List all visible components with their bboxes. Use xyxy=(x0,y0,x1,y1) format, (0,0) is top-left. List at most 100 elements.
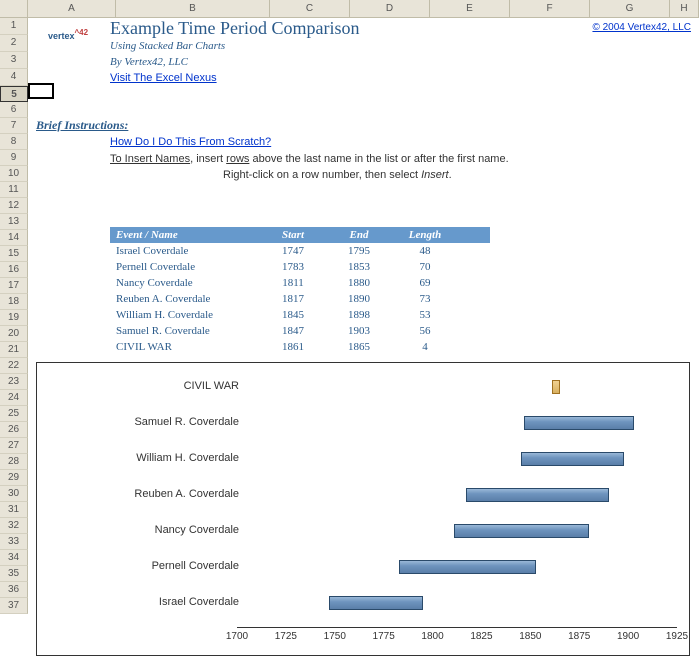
chart-y-label: Israel Coverdale xyxy=(59,596,239,608)
row-header-30[interactable]: 30 xyxy=(0,486,28,502)
vertex42-logo: vertex^42 xyxy=(30,20,106,48)
row-header-25[interactable]: 25 xyxy=(0,406,28,422)
chart-x-tick: 1875 xyxy=(568,631,590,642)
row-header-15[interactable]: 15 xyxy=(0,246,28,262)
active-cell-cursor[interactable] xyxy=(28,83,54,99)
row-header-5[interactable]: 5 xyxy=(0,86,28,102)
td-end[interactable]: 1853 xyxy=(326,259,392,275)
row-header-37[interactable]: 37 xyxy=(0,598,28,614)
td-end[interactable]: 1898 xyxy=(326,307,392,323)
visit-nexus-link[interactable]: Visit The Excel Nexus xyxy=(110,72,217,84)
column-header-C[interactable]: C xyxy=(270,0,350,17)
td-start[interactable]: 1847 xyxy=(260,323,326,339)
row-header-28[interactable]: 28 xyxy=(0,454,28,470)
th-start: Start xyxy=(260,227,326,243)
row-header-32[interactable]: 32 xyxy=(0,518,28,534)
instruction-line-2: Right-click on a row number, then select… xyxy=(223,169,452,181)
row-header-13[interactable]: 13 xyxy=(0,214,28,230)
th-length: Length xyxy=(392,227,458,243)
row-header-16[interactable]: 16 xyxy=(0,262,28,278)
chart-x-tick: 1800 xyxy=(421,631,443,642)
copyright-link[interactable]: © 2004 Vertex42, LLC xyxy=(592,22,691,33)
td-start[interactable]: 1783 xyxy=(260,259,326,275)
page-title: Example Time Period Comparison xyxy=(110,18,360,39)
chart-y-label: Nancy Coverdale xyxy=(59,524,239,536)
td-end[interactable]: 1890 xyxy=(326,291,392,307)
row-header-3[interactable]: 3 xyxy=(0,52,28,69)
chart-bar xyxy=(524,416,634,430)
td-end[interactable]: 1903 xyxy=(326,323,392,339)
td-start[interactable]: 1811 xyxy=(260,275,326,291)
column-header-G[interactable]: G xyxy=(590,0,670,17)
row-header-27[interactable]: 27 xyxy=(0,438,28,454)
chart-x-tick: 1850 xyxy=(519,631,541,642)
row-header-36[interactable]: 36 xyxy=(0,582,28,598)
chart-bar xyxy=(521,452,625,466)
row-header-26[interactable]: 26 xyxy=(0,422,28,438)
page-subtitle: Using Stacked Bar Charts xyxy=(110,40,225,52)
column-header-H[interactable]: H xyxy=(670,0,699,17)
th-end: End xyxy=(326,227,392,243)
row-header-9[interactable]: 9 xyxy=(0,150,28,166)
row-header-19[interactable]: 19 xyxy=(0,310,28,326)
row-header-21[interactable]: 21 xyxy=(0,342,28,358)
td-length[interactable]: 56 xyxy=(392,323,458,339)
row-header-6[interactable]: 6 xyxy=(0,102,28,118)
row-header-10[interactable]: 10 xyxy=(0,166,28,182)
td-length[interactable]: 70 xyxy=(392,259,458,275)
row-header-4[interactable]: 4 xyxy=(0,69,28,86)
column-header-E[interactable]: E xyxy=(430,0,510,17)
table-row: Pernell Coverdale1783185370 xyxy=(110,259,490,275)
sheet-content: vertex^42 Example Time Period Comparison… xyxy=(28,18,699,614)
row-header-31[interactable]: 31 xyxy=(0,502,28,518)
td-start[interactable]: 1845 xyxy=(260,307,326,323)
chart-x-tick: 1900 xyxy=(617,631,639,642)
column-header-F[interactable]: F xyxy=(510,0,590,17)
row-header-8[interactable]: 8 xyxy=(0,134,28,150)
td-name[interactable]: William H. Coverdale xyxy=(110,307,260,323)
td-length[interactable]: 53 xyxy=(392,307,458,323)
td-start[interactable]: 1747 xyxy=(260,243,326,259)
td-end[interactable]: 1865 xyxy=(326,339,392,355)
spreadsheet: ABCDEFGH 1234567891011121314151617181920… xyxy=(0,0,699,663)
row-header-18[interactable]: 18 xyxy=(0,294,28,310)
row-headers-col: 1234567891011121314151617181920212223242… xyxy=(0,18,28,614)
chart-bar xyxy=(329,596,423,610)
td-length[interactable]: 48 xyxy=(392,243,458,259)
row-header-29[interactable]: 29 xyxy=(0,470,28,486)
td-end[interactable]: 1795 xyxy=(326,243,392,259)
td-start[interactable]: 1861 xyxy=(260,339,326,355)
row-header-2[interactable]: 2 xyxy=(0,35,28,52)
td-name[interactable]: Samuel R. Coverdale xyxy=(110,323,260,339)
td-length[interactable]: 4 xyxy=(392,339,458,355)
td-length[interactable]: 69 xyxy=(392,275,458,291)
column-header-D[interactable]: D xyxy=(350,0,430,17)
column-header-B[interactable]: B xyxy=(116,0,270,17)
select-all-corner[interactable] xyxy=(0,0,28,17)
row-header-34[interactable]: 34 xyxy=(0,550,28,566)
td-name[interactable]: Israel Coverdale xyxy=(110,243,260,259)
chart-y-label: William H. Coverdale xyxy=(59,452,239,464)
row-header-12[interactable]: 12 xyxy=(0,198,28,214)
row-header-17[interactable]: 17 xyxy=(0,278,28,294)
td-end[interactable]: 1880 xyxy=(326,275,392,291)
table-row: Reuben A. Coverdale1817189073 xyxy=(110,291,490,307)
row-header-1[interactable]: 1 xyxy=(0,18,28,35)
row-header-24[interactable]: 24 xyxy=(0,390,28,406)
td-length[interactable]: 73 xyxy=(392,291,458,307)
row-header-23[interactable]: 23 xyxy=(0,374,28,390)
td-name[interactable]: Reuben A. Coverdale xyxy=(110,291,260,307)
td-name[interactable]: CIVIL WAR xyxy=(110,339,260,355)
row-header-20[interactable]: 20 xyxy=(0,326,28,342)
column-header-A[interactable]: A xyxy=(28,0,116,17)
row-header-22[interactable]: 22 xyxy=(0,358,28,374)
td-name[interactable]: Pernell Coverdale xyxy=(110,259,260,275)
scratch-link[interactable]: How Do I Do This From Scratch? xyxy=(110,136,271,148)
td-name[interactable]: Nancy Coverdale xyxy=(110,275,260,291)
row-header-11[interactable]: 11 xyxy=(0,182,28,198)
row-header-35[interactable]: 35 xyxy=(0,566,28,582)
row-header-7[interactable]: 7 xyxy=(0,118,28,134)
row-header-33[interactable]: 33 xyxy=(0,534,28,550)
td-start[interactable]: 1817 xyxy=(260,291,326,307)
row-header-14[interactable]: 14 xyxy=(0,230,28,246)
